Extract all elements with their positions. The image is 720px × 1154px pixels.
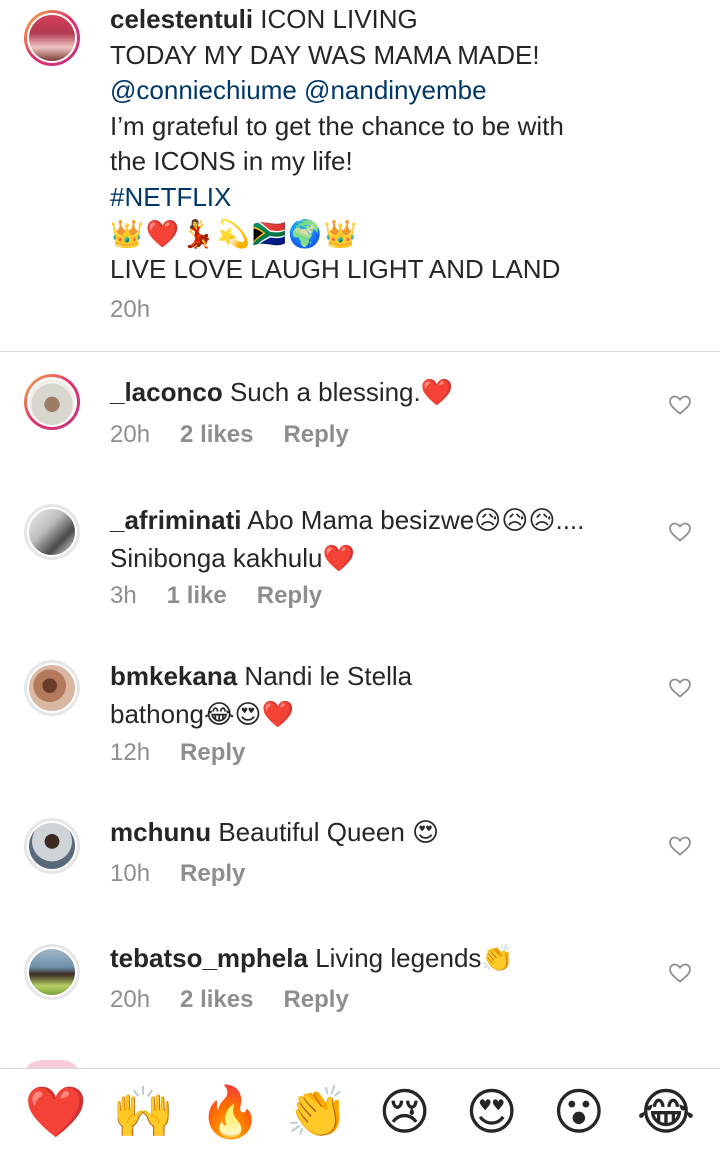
crying-face-reaction-button[interactable]: 😢 xyxy=(373,1082,437,1142)
comment-item: bmkekana Nandi le Stella bathong😂😍❤️ 12h… xyxy=(0,640,720,798)
caption-hashtag[interactable]: #NETFLIX xyxy=(110,180,670,216)
caption-text: celestentuli ICON LIVING TODAY MY DAY WA… xyxy=(110,2,670,287)
crown-emoji: 👑 xyxy=(110,218,144,249)
caption-emoji-row: 👑 ❤️ 💃 💫 🇿🇦 🌍 👑 xyxy=(110,216,670,252)
comment-message: Nandi le Stella xyxy=(244,661,413,691)
comment-text: mchunu Beautiful Queen 😍 xyxy=(110,813,650,851)
caption-username[interactable]: celestentuli xyxy=(110,4,253,34)
avatar[interactable] xyxy=(24,504,80,560)
comment-username[interactable]: _laconco xyxy=(110,377,223,407)
red-heart-reaction-button[interactable]: ❤️ xyxy=(24,1082,88,1142)
reply-button[interactable]: Reply xyxy=(257,582,322,610)
caption-mentions[interactable]: @conniechiume @nandinyembe xyxy=(110,73,670,109)
comment-timestamp: 10h xyxy=(110,860,151,887)
tears-of-joy-reaction-button[interactable]: 😂 xyxy=(634,1082,698,1142)
comment-timestamp: 12h xyxy=(110,739,151,766)
comment-meta: 12h Reply xyxy=(110,739,245,767)
comment-message: Living legends👏 xyxy=(315,943,514,973)
comment-message: Sinibonga kakhulu❤️ xyxy=(110,543,355,573)
avatar[interactable] xyxy=(24,818,80,874)
raising-hands-reaction-button[interactable]: 🙌 xyxy=(111,1082,175,1142)
fire-reaction-button[interactable]: 🔥 xyxy=(198,1082,262,1142)
crown-emoji: 👑 xyxy=(323,218,358,249)
globe-emoji: 🌍 xyxy=(288,218,322,249)
reply-button[interactable]: Reply xyxy=(283,986,348,1014)
reply-button[interactable]: Reply xyxy=(180,739,245,767)
comment-likes[interactable]: 1 like xyxy=(167,582,227,610)
comment-username[interactable]: tebatso_mphela xyxy=(110,943,308,973)
comment-timestamp: 3h xyxy=(110,582,137,609)
comment-message: Abo Mama besizwe😥😥😥.... xyxy=(247,505,585,535)
comment-username[interactable]: bmkekana xyxy=(110,661,237,691)
surprised-face-reaction-button[interactable]: 😮 xyxy=(547,1082,611,1142)
post-caption: celestentuli ICON LIVING TODAY MY DAY WA… xyxy=(0,0,720,352)
comment-item: _afriminati Abo Mama besizwe😥😥😥.... Sini… xyxy=(0,480,720,640)
comment-meta: 20h 2 likes Reply xyxy=(110,421,349,449)
comment-text: _afriminati Abo Mama besizwe😥😥😥.... Sini… xyxy=(110,501,650,577)
comment-meta: 20h 2 likes Reply xyxy=(110,986,349,1014)
heart-outline-icon[interactable] xyxy=(668,393,692,417)
comment-text: _laconco Such a blessing.❤️ xyxy=(110,373,650,411)
heart-outline-icon[interactable] xyxy=(668,961,692,985)
heart-eyes-reaction-button[interactable]: 😍 xyxy=(460,1082,524,1142)
comment-message: Beautiful Queen 😍 xyxy=(218,817,440,847)
quick-reaction-bar: ❤️ 🙌 🔥 👏 😢 😍 😮 😂 xyxy=(0,1068,720,1154)
comment-item: _laconco Such a blessing.❤️ 20h 2 likes … xyxy=(0,352,720,480)
comments-screen: celestentuli ICON LIVING TODAY MY DAY WA… xyxy=(0,0,720,1154)
comment-meta: 3h 1 like Reply xyxy=(110,582,322,610)
caption-timestamp: 20h xyxy=(110,296,151,323)
comment-timestamp: 20h xyxy=(110,986,151,1013)
caption-line: I’m grateful to get the chance to be wit… xyxy=(110,110,564,141)
heart-outline-icon[interactable] xyxy=(668,834,692,858)
heart-emoji: ❤️ xyxy=(145,218,180,249)
reply-button[interactable]: Reply xyxy=(283,421,348,449)
caption-line: TODAY MY DAY WAS MAMA MADE! xyxy=(110,39,540,70)
dancer-emoji: 💃 xyxy=(181,218,215,249)
south-africa-flag-emoji: 🇿🇦 xyxy=(252,218,287,249)
avatar[interactable] xyxy=(24,944,80,1000)
comment-message: Such a blessing.❤️ xyxy=(229,377,454,407)
comment-text: tebatso_mphela Living legends👏 xyxy=(110,939,650,977)
caption-line: the ICONS in my life! xyxy=(110,146,353,177)
comment-message: bathong😂😍❤️ xyxy=(110,699,294,729)
comment-item: tebatso_mphela Living legends👏 20h 2 lik… xyxy=(0,926,720,1060)
dizzy-emoji: 💫 xyxy=(216,218,251,249)
heart-outline-icon[interactable] xyxy=(668,520,692,544)
heart-outline-icon[interactable] xyxy=(668,676,692,700)
reply-button[interactable]: Reply xyxy=(180,860,245,888)
comment-username[interactable]: _afriminati xyxy=(110,505,242,535)
avatar[interactable] xyxy=(24,660,80,716)
comment-username[interactable]: mchunu xyxy=(110,817,211,847)
avatar[interactable] xyxy=(24,374,80,430)
comment-timestamp: 20h xyxy=(110,421,151,448)
comment-likes[interactable]: 2 likes xyxy=(180,986,253,1014)
clapping-hands-reaction-button[interactable]: 👏 xyxy=(285,1082,349,1142)
caption-line: LIVE LOVE LAUGH LIGHT AND LAND xyxy=(110,253,561,284)
comment-item: mchunu Beautiful Queen 😍 10h Reply xyxy=(0,798,720,926)
avatar[interactable] xyxy=(24,10,80,66)
comment-text: bmkekana Nandi le Stella bathong😂😍❤️ xyxy=(110,657,650,733)
caption-line: ICON LIVING xyxy=(260,4,418,34)
comment-meta: 10h Reply xyxy=(110,860,245,888)
comment-likes[interactable]: 2 likes xyxy=(180,421,253,449)
